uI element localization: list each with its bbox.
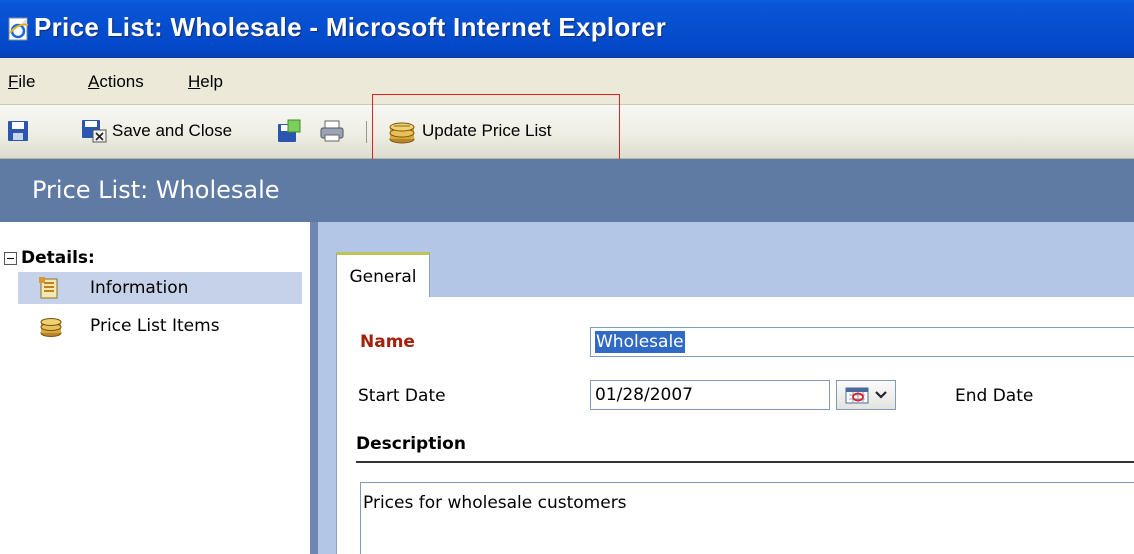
menu-help[interactable]: Help [188,72,223,92]
collapse-icon[interactable] [4,251,17,265]
name-value: Wholesale [595,331,685,353]
nav-item-information[interactable]: Information [18,272,302,304]
nav-item-label: Information [90,278,189,298]
section-divider [356,461,1134,463]
ie-page-icon [8,17,29,41]
chevron-down-icon [875,391,887,399]
calendar-icon [845,387,869,404]
save-icon [8,121,28,141]
start-date-input[interactable]: 01/28/2007 [590,380,830,410]
save-and-close-label: Save and Close [112,121,233,140]
save-button[interactable] [6,117,30,145]
save-close-icon [82,120,107,143]
start-date-label: Start Date [358,386,446,406]
save-as-new-button[interactable] [276,117,304,145]
description-section-title: Description [356,434,466,454]
information-icon [39,277,58,299]
form-header: Price List: Wholesale [0,159,1134,222]
nav-divider [310,222,318,554]
description-value: Prices for wholesale customers [363,493,627,513]
nav-group-label: Details: [21,248,95,268]
end-date-label: End Date [955,386,1034,406]
price-list-items-icon [40,318,62,337]
name-label: Name [360,332,415,352]
date-picker-button[interactable] [836,380,896,410]
description-textarea[interactable]: Prices for wholesale customers [360,482,1134,554]
tab-general[interactable]: General [336,252,430,298]
left-navigation: Details: Information Price List Items [0,222,310,554]
save-new-icon [278,119,301,142]
menu-actions[interactable]: Actions [88,72,144,92]
title-bar: Price List: Wholesale - Microsoft Intern… [0,0,1134,58]
save-and-close-button[interactable]: Save and Close [80,117,232,145]
menu-file[interactable]: File [8,72,35,92]
form-title: Price List: Wholesale [32,176,280,204]
print-button[interactable] [318,117,346,145]
nav-item-label: Price List Items [90,316,220,336]
window-title: Price List: Wholesale - Microsoft Intern… [34,12,667,42]
tab-general-label: General [349,266,417,287]
nav-group-details[interactable]: Details: [4,248,95,268]
start-date-value: 01/28/2007 [595,385,693,405]
name-input[interactable]: Wholesale [590,327,1134,357]
toolbar-separator [366,121,367,143]
nav-item-price-list-items[interactable]: Price List Items [18,310,302,342]
printer-icon [320,120,344,142]
